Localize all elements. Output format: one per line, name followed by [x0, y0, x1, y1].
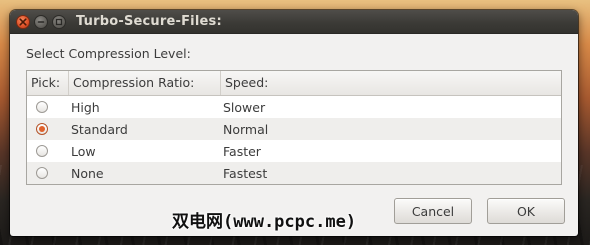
ok-button[interactable]: OK — [487, 198, 565, 224]
ratio-label: High — [71, 99, 100, 115]
ratio-label: Low — [71, 143, 96, 159]
radio-none[interactable] — [36, 167, 48, 179]
radio-cell — [27, 167, 69, 179]
radio-dot — [39, 126, 45, 132]
compression-prompt: Select Compression Level: — [26, 46, 191, 61]
list-header: Pick: Compression Ratio: Speed: — [27, 71, 561, 96]
list-row-none[interactable]: None Fastest — [27, 162, 561, 184]
speed-label: Normal — [223, 121, 269, 137]
dialog-content: Select Compression Level: Pick: Compress… — [10, 46, 578, 185]
speed-label: Fastest — [223, 165, 268, 181]
radio-standard[interactable] — [36, 123, 48, 135]
window-controls — [16, 14, 66, 29]
dialog-window: Turbo-Secure-Files: Select Compression L… — [10, 10, 578, 236]
window-title: Turbo-Secure-Files: — [76, 14, 222, 29]
cancel-button[interactable]: Cancel — [394, 198, 472, 224]
compression-list: Pick: Compression Ratio: Speed: High Slo… — [26, 70, 562, 185]
ratio-label: None — [71, 165, 104, 181]
close-icon[interactable] — [16, 14, 30, 29]
radio-cell — [27, 145, 69, 157]
radio-cell — [27, 123, 69, 135]
maximize-icon[interactable] — [52, 14, 66, 29]
minimize-icon[interactable] — [34, 14, 48, 29]
watermark-text: 双电网(www.pcpc.me) — [172, 212, 357, 232]
radio-cell — [27, 101, 69, 113]
list-row-standard[interactable]: Standard Normal — [27, 118, 561, 140]
radio-low[interactable] — [36, 145, 48, 157]
ratio-label: Standard — [71, 121, 128, 137]
dialog-buttons: Cancel OK — [394, 198, 565, 224]
list-row-low[interactable]: Low Faster — [27, 140, 561, 162]
desktop-background: Turbo-Secure-Files: Select Compression L… — [0, 0, 590, 245]
radio-high[interactable] — [36, 101, 48, 113]
list-row-high[interactable]: High Slower — [27, 96, 561, 118]
speed-label: Faster — [223, 143, 261, 159]
column-header-speed[interactable]: Speed: — [221, 71, 561, 95]
column-header-pick[interactable]: Pick: — [27, 71, 69, 95]
column-header-ratio[interactable]: Compression Ratio: — [69, 71, 221, 95]
title-bar[interactable]: Turbo-Secure-Files: — [10, 10, 578, 34]
speed-label: Slower — [223, 99, 266, 115]
